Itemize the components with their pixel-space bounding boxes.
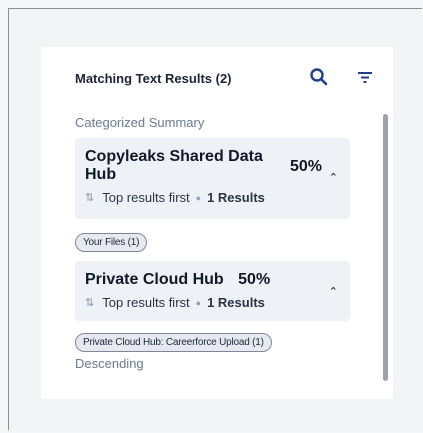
sort-label: Top results first [102, 190, 190, 205]
group-title-line2: Hub [85, 166, 117, 183]
separator-dot: ● [195, 192, 202, 203]
group-title-line1: Copyleaks Shared Data [85, 148, 263, 165]
result-count: 1 Results [207, 295, 265, 310]
result-group-card[interactable]: Private Cloud Hub 50% ⇅ Top results firs… [75, 261, 350, 321]
group-title-line1: Private Cloud Hub [85, 271, 224, 288]
section-label-categorized-summary: Categorized Summary [75, 115, 205, 130]
scrollbar-thumb[interactable] [383, 114, 388, 381]
source-chip[interactable]: Private Cloud Hub: Careerforce Upload (1… [75, 333, 272, 352]
panel-title: Matching Text Results (2) [75, 71, 232, 86]
matching-results-panel: Matching Text Results (2) Categorized Su… [41, 47, 393, 399]
sort-icon: ⇅ [85, 297, 95, 309]
group-percent: 50% [290, 158, 323, 175]
group-percent: 50% [238, 271, 271, 288]
filter-icon[interactable] [353, 65, 377, 89]
separator-dot: ● [195, 297, 202, 308]
section-label-descending: Descending [75, 356, 144, 371]
sort-icon: ⇅ [85, 192, 95, 204]
chevron-up-icon[interactable]: ⌃ [329, 171, 338, 184]
chevron-up-icon[interactable]: ⌃ [329, 285, 338, 298]
group-meta: ⇅ Top results first ● 1 Results [85, 190, 338, 205]
search-icon[interactable] [307, 65, 331, 89]
sort-label: Top results first [102, 295, 190, 310]
group-title: Private Cloud Hub 50% [85, 271, 338, 289]
result-count: 1 Results [207, 190, 265, 205]
source-chip[interactable]: Your Files (1) [75, 233, 148, 252]
result-group-card[interactable]: Copyleaks Shared Data Hub 50% ⇅ Top resu… [75, 138, 350, 219]
group-meta: ⇅ Top results first ● 1 Results [85, 295, 338, 310]
results-scroll-area[interactable]: Categorized Summary Copyleaks Shared Dat… [75, 107, 388, 399]
